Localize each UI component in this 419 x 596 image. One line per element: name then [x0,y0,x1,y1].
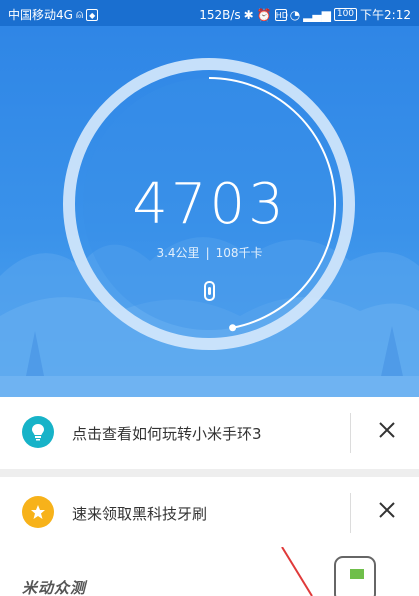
fitness-band-icon [204,281,215,301]
tip-card[interactable]: 点击查看如何玩转小米手环3 [0,397,419,469]
calories-value: 108千卡 [215,246,263,260]
promo-card-text: 速来领取黑科技牙刷 [72,505,208,523]
promo-banner[interactable]: 米动众测 [0,547,419,596]
close-icon[interactable] [376,419,398,441]
summary-divider: | [205,246,210,260]
progress-dot [229,324,237,332]
promo-card[interactable]: 速来领取黑科技牙刷 [0,477,419,549]
distance-value: 3.4公里 [156,246,200,260]
banner-graphic [281,547,376,596]
carrier-label: 中国移动4G [8,8,73,22]
status-bar: 中国移动4G ⍝ ◆ 152B/s ✱ ⏰ HD ◔ ▂▄▆ 100 下午2:1… [0,0,419,26]
card-divider [350,493,351,533]
clock-time: 下午2:12 [360,8,411,22]
card-divider [350,413,351,453]
star-icon [22,496,54,528]
steps-hero[interactable]: 4703 3.4公里 | 108千卡 [0,26,419,397]
signal-icon: ▂▄▆ [303,7,331,22]
bluetooth-icon: ✱ [243,7,254,22]
network-speed: 152B/s [199,7,241,22]
wifi-icon: ◔ [289,7,301,22]
lightbulb-icon [22,416,54,448]
close-icon[interactable] [376,499,398,521]
activity-summary: 3.4公里 | 108千卡 [0,244,419,261]
step-count: 4703 [132,172,287,237]
alarm-icon: ⏰ [256,7,272,22]
hd-icon: HD [274,8,288,21]
app-notification-icon: ◆ [86,8,99,21]
tip-card-text: 点击查看如何玩转小米手环3 [72,425,262,443]
notification-bell-icon: ⍝ [75,7,84,21]
battery-icon: 100 [333,8,358,21]
